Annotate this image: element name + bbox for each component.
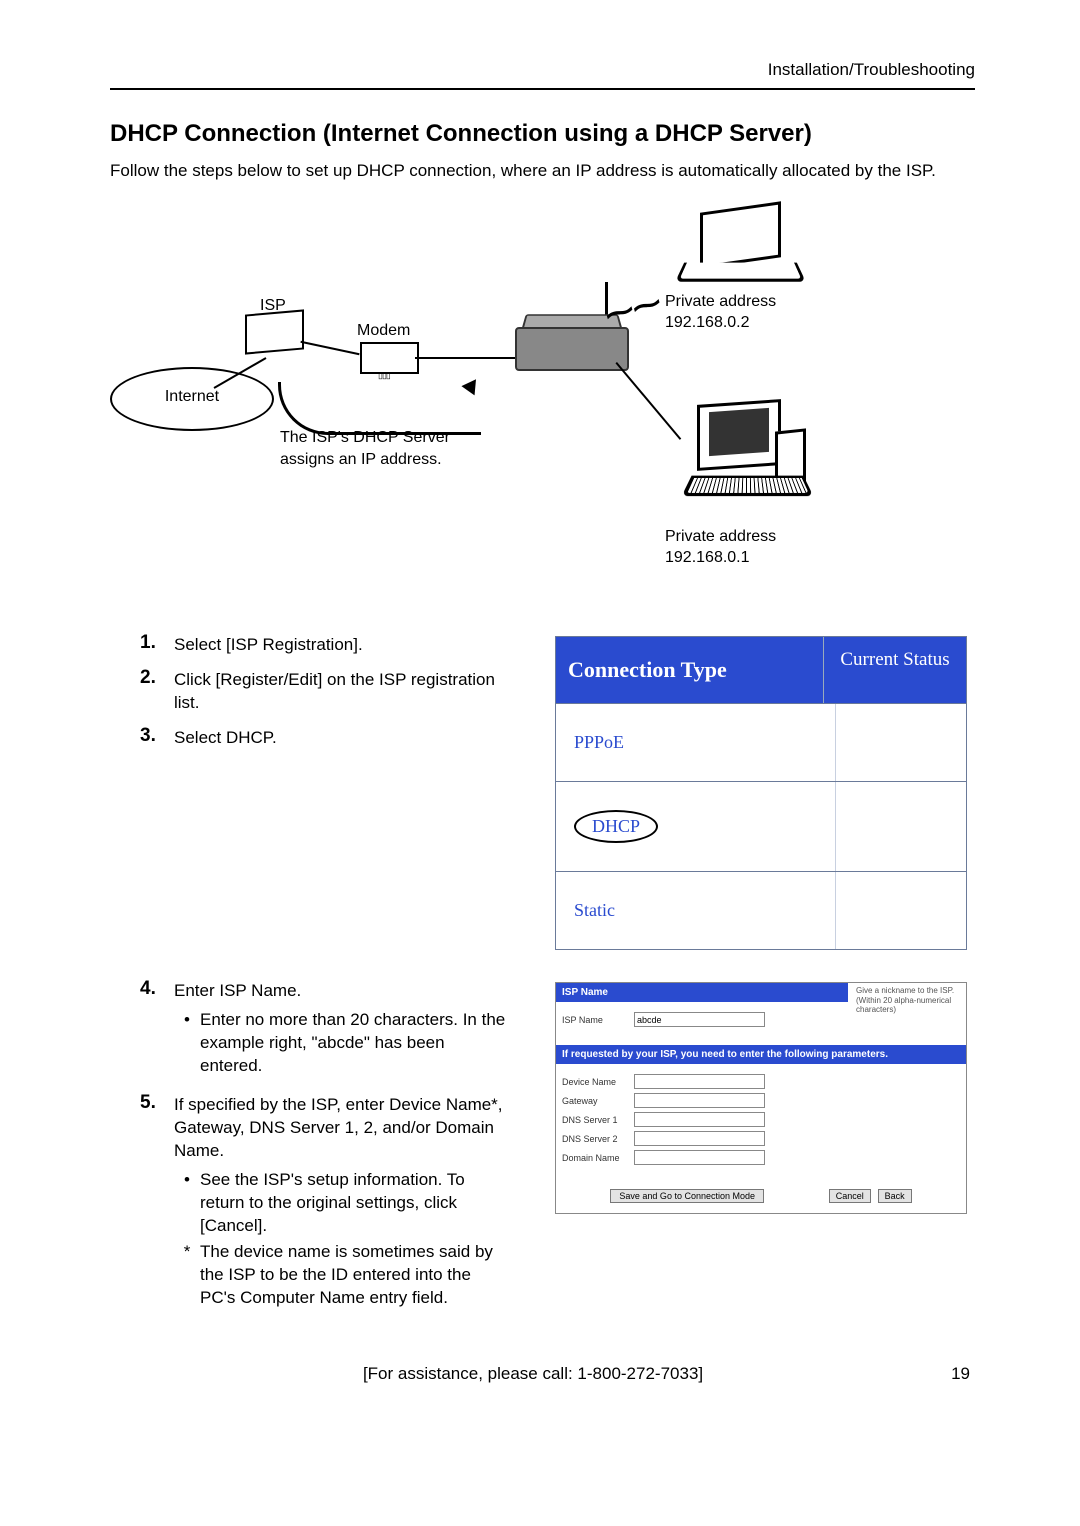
desktop-icon bbox=[687, 402, 817, 512]
label-gateway: Gateway bbox=[562, 1096, 634, 1106]
connection-option-static[interactable]: Static bbox=[556, 872, 836, 949]
breadcrumb: Installation/Troubleshooting bbox=[110, 60, 975, 80]
input-dns1[interactable] bbox=[634, 1112, 765, 1127]
step-number: 1. bbox=[140, 632, 174, 654]
link-line bbox=[615, 361, 682, 440]
table-header: Connection Type bbox=[556, 637, 824, 703]
link-line bbox=[415, 357, 520, 359]
selected-ring-icon: DHCP bbox=[574, 810, 658, 843]
step-number: 2. bbox=[140, 667, 174, 689]
hint-text: (Within 20 alpha-numerical bbox=[856, 996, 951, 1005]
step-subtext: Enter no more than 20 characters. In the… bbox=[200, 1009, 510, 1078]
intro-text: Follow the steps below to set up DHCP co… bbox=[110, 160, 975, 182]
laptop-address-label: Private address 192.168.0.2 bbox=[665, 292, 776, 334]
input-domain[interactable] bbox=[634, 1150, 765, 1165]
step-subtext: See the ISP's setup information. To retu… bbox=[200, 1169, 510, 1238]
internet-node: Internet bbox=[110, 367, 274, 431]
step-number: 5. bbox=[140, 1092, 174, 1114]
back-button[interactable]: Back bbox=[878, 1189, 912, 1203]
modem-label: Modem bbox=[357, 322, 410, 340]
page-title: DHCP Connection (Internet Connection usi… bbox=[110, 120, 975, 148]
label-device-name: Device Name bbox=[562, 1077, 634, 1087]
step-number: 3. bbox=[140, 725, 174, 747]
text: Private address bbox=[665, 293, 776, 310]
assistance-text: [For assistance, please call: 1-800-272-… bbox=[363, 1364, 703, 1384]
modem-ports-icon: ▯▯▯ bbox=[378, 370, 390, 381]
step-text: Select DHCP. bbox=[174, 725, 277, 750]
table-header: Current Status bbox=[824, 637, 966, 703]
step-number: 4. bbox=[140, 978, 174, 1000]
text: Private address bbox=[665, 528, 776, 545]
label-domain: Domain Name bbox=[562, 1153, 634, 1163]
dhcp-caption: The ISP's DHCP Server assigns an IP addr… bbox=[280, 427, 450, 470]
text: 192.168.0.1 bbox=[665, 549, 750, 566]
network-diagram: Internet ISP Modem ▯▯▯ ⁓⁓ Private addres… bbox=[110, 202, 980, 612]
step-text: Enter ISP Name. bbox=[174, 981, 301, 1000]
text: assigns an IP address. bbox=[280, 451, 442, 468]
text: The ISP's DHCP Server bbox=[280, 429, 450, 446]
input-dns2[interactable] bbox=[634, 1131, 765, 1146]
link-line bbox=[300, 341, 359, 355]
isp-form-screenshot: ISP Name ISP Name Give a nickname to the… bbox=[555, 982, 967, 1214]
connection-type-table: Connection Type Current Status PPPoE DHC… bbox=[555, 636, 967, 950]
hint-text: characters) bbox=[856, 1005, 896, 1014]
connection-option-dhcp[interactable]: DHCP bbox=[556, 782, 836, 871]
input-isp-name[interactable] bbox=[634, 1012, 765, 1027]
connection-option-pppoe[interactable]: PPPoE bbox=[556, 704, 836, 781]
label-dns2: DNS Server 2 bbox=[562, 1134, 634, 1144]
laptop-icon bbox=[680, 207, 800, 287]
bullet-icon: • bbox=[174, 1009, 200, 1078]
step-text: If specified by the ISP, enter Device Na… bbox=[174, 1095, 503, 1160]
isp-icon bbox=[245, 312, 305, 357]
form-header: ISP Name bbox=[556, 983, 848, 1002]
desktop-address-label: Private address 192.168.0.1 bbox=[665, 527, 776, 569]
step-footnote: The device name is sometimes said by the… bbox=[200, 1241, 510, 1310]
form-header: If requested by your ISP, you need to en… bbox=[556, 1045, 966, 1064]
page-number: 19 bbox=[951, 1364, 970, 1384]
step-text: Click [Register/Edit] on the ISP registr… bbox=[174, 667, 510, 715]
label-dns1: DNS Server 1 bbox=[562, 1115, 634, 1125]
step-text: Select [ISP Registration]. bbox=[174, 632, 363, 657]
text: 192.168.0.2 bbox=[665, 314, 750, 331]
save-button[interactable]: Save and Go to Connection Mode bbox=[610, 1189, 764, 1203]
input-device-name[interactable] bbox=[634, 1074, 765, 1089]
asterisk-icon: * bbox=[174, 1241, 200, 1310]
input-gateway[interactable] bbox=[634, 1093, 765, 1108]
cancel-button[interactable]: Cancel bbox=[829, 1189, 871, 1203]
divider bbox=[110, 88, 975, 90]
label-isp-name: ISP Name bbox=[562, 1015, 634, 1025]
hint-text: Give a nickname to the ISP. bbox=[856, 986, 954, 995]
bullet-icon: • bbox=[174, 1169, 200, 1238]
